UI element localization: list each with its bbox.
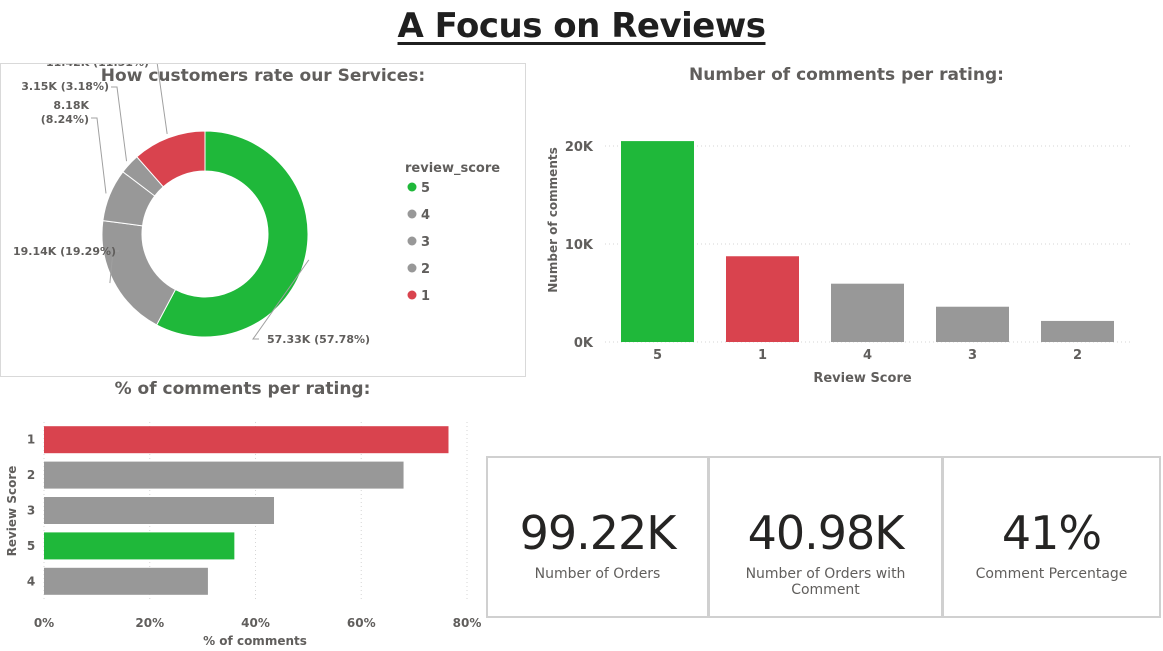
kpi-value-comment-percentage: 41% xyxy=(1001,506,1102,560)
column-ytick-label: 20K xyxy=(565,140,594,155)
column-xtick-label: 3 xyxy=(968,348,977,363)
donut-legend-label-1: 1 xyxy=(421,289,430,304)
hbar-bar-5 xyxy=(44,532,235,560)
hbar-xtick-label: 20% xyxy=(135,616,164,630)
hbar-bar-2 xyxy=(44,461,404,489)
hbar-ytick-label: 5 xyxy=(27,539,35,553)
kpi-value-orders-with-comment: 40.98K xyxy=(747,506,905,560)
hbar-ytick-label: 3 xyxy=(27,504,35,518)
hbar-bar-1 xyxy=(44,426,449,454)
donut-slice-4 xyxy=(101,220,177,326)
column-x-axis-title: Review Score xyxy=(813,371,912,386)
donut-label-1: 11.42K (11.51%) xyxy=(46,64,149,69)
hbar-ytick-label: 1 xyxy=(27,433,35,447)
column-bar-4 xyxy=(831,283,904,342)
donut-legend-swatch-2 xyxy=(407,263,417,273)
donut-label-3-pct: (8.24%) xyxy=(41,113,89,126)
hbar-ytick-label: 2 xyxy=(27,468,35,482)
column-panel: Number of comments per rating: 0K 10K 20K 5… xyxy=(530,63,1163,393)
column-chart: 0K 10K 20K 5 1 4 3 2 Review Score Number of comme… xyxy=(546,140,1130,386)
kpi-card-orders: 99.22K Number of Orders xyxy=(486,456,709,618)
donut-legend-swatch-5 xyxy=(407,182,417,192)
donut-label-4: 19.14K (19.29%) xyxy=(13,245,116,258)
column-y-axis-title: Number of comments xyxy=(546,147,560,292)
donut-legend-swatch-1 xyxy=(407,290,417,300)
hbar-bar-4 xyxy=(44,567,208,595)
donut-legend-label-4: 4 xyxy=(421,208,430,223)
page-title: A Focus on Reviews xyxy=(397,6,766,46)
hbar-xtick-label: 0% xyxy=(34,616,54,630)
kpi-card-comment-percentage: 41% Comment Percentage xyxy=(942,456,1161,618)
donut-legend-label-5: 5 xyxy=(421,181,430,196)
column-xtick-label: 5 xyxy=(653,348,662,363)
column-bar-3 xyxy=(936,306,1009,342)
donut-label-2-leader xyxy=(111,86,128,162)
donut-label-2: 3.15K (3.18%) xyxy=(21,80,109,93)
hbar-xtick-label: 60% xyxy=(347,616,376,630)
donut-legend-title: review_score xyxy=(405,161,500,176)
kpi-label-comment-percentage: Comment Percentage xyxy=(975,566,1128,582)
donut-legend-swatch-4 xyxy=(407,209,417,219)
column-ytick-label: 10K xyxy=(565,238,594,253)
donut-label-5: 57.33K (57.78%) xyxy=(267,333,370,346)
column-bar-1 xyxy=(726,256,799,342)
column-ytick-label: 0K xyxy=(574,336,594,351)
column-xtick-label: 1 xyxy=(758,348,767,363)
column-xtick-label: 4 xyxy=(863,348,872,363)
column-bar-5 xyxy=(621,141,694,342)
donut-chart: 57.33K (57.78%) 19.14K (19.29%) 8.18K(8.24… xyxy=(13,64,500,346)
hbar-xtick-label: 80% xyxy=(453,616,482,630)
donut-legend-label-2: 2 xyxy=(421,262,430,277)
kpi-label-orders-with-comment: Number of Orders with Comment xyxy=(745,566,906,598)
column-xtick-label: 2 xyxy=(1073,348,1082,363)
hbar-y-axis-title: Review Score xyxy=(5,466,19,557)
kpi-value-orders: 99.22K xyxy=(519,506,677,560)
hbar-ytick-label: 4 xyxy=(27,574,35,588)
kpi-label-orders: Number of Orders xyxy=(534,566,661,582)
donut-legend-swatch-3 xyxy=(407,236,417,246)
hbar-bar-3 xyxy=(44,497,275,524)
donut-label-1-leader xyxy=(156,64,168,134)
donut-label-3: 8.18K xyxy=(53,99,89,112)
donut-panel: How customers rate our Services: 57.33K … xyxy=(0,63,526,377)
hbar-xtick-label: 40% xyxy=(241,616,270,630)
hbar-panel: % of comments per rating: 0% 20% 40% 60% 80%… xyxy=(0,378,485,651)
kpi-card-orders-with-comment: 40.98K Number of Orders with Comment xyxy=(708,456,943,618)
column-bar-2 xyxy=(1041,320,1114,342)
donut-legend-label-3: 3 xyxy=(421,235,430,250)
hbar-x-axis-title: % of comments xyxy=(203,634,307,648)
hbar-chart: 0% 20% 40% 60% 80% 1 2 3 5 4 % of comments Review S… xyxy=(5,422,482,648)
donut-label-3-leader xyxy=(91,117,107,194)
